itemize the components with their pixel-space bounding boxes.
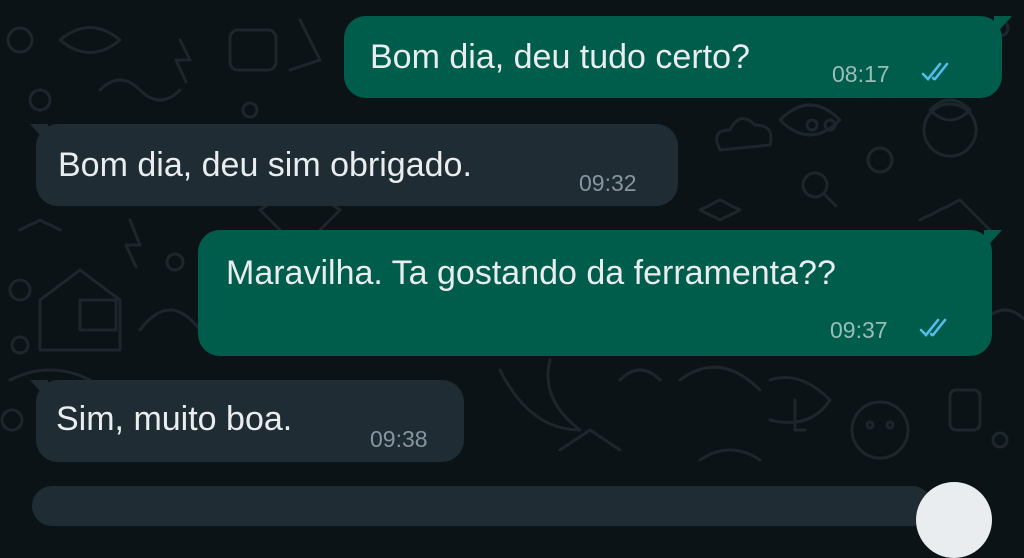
- double-check-icon: [919, 318, 947, 337]
- message-text: Bom dia, deu tudo certo?: [370, 38, 750, 76]
- message-timestamp: 09:37: [830, 317, 888, 343]
- double-check-icon: [921, 62, 949, 81]
- incoming-message-bubble[interactable]: Sim, muito boa. 09:38: [36, 380, 464, 462]
- message-timestamp: 09:38: [370, 426, 428, 452]
- outgoing-message-bubble[interactable]: Maravilha. Ta gostando da ferramenta?? 0…: [198, 230, 992, 356]
- message-text: Sim, muito boa.: [56, 400, 293, 438]
- floating-action-button[interactable]: [916, 482, 992, 558]
- incoming-message-bubble-partial[interactable]: [32, 486, 932, 526]
- message-text: Bom dia, deu sim obrigado.: [58, 146, 472, 184]
- incoming-message-bubble[interactable]: Bom dia, deu sim obrigado. 09:32: [36, 124, 678, 206]
- outgoing-message-bubble[interactable]: Bom dia, deu tudo certo? 08:17: [344, 16, 1002, 98]
- message-timestamp: 09:32: [579, 170, 637, 196]
- message-timestamp: 08:17: [832, 61, 890, 87]
- message-text: Maravilha. Ta gostando da ferramenta??: [226, 254, 836, 292]
